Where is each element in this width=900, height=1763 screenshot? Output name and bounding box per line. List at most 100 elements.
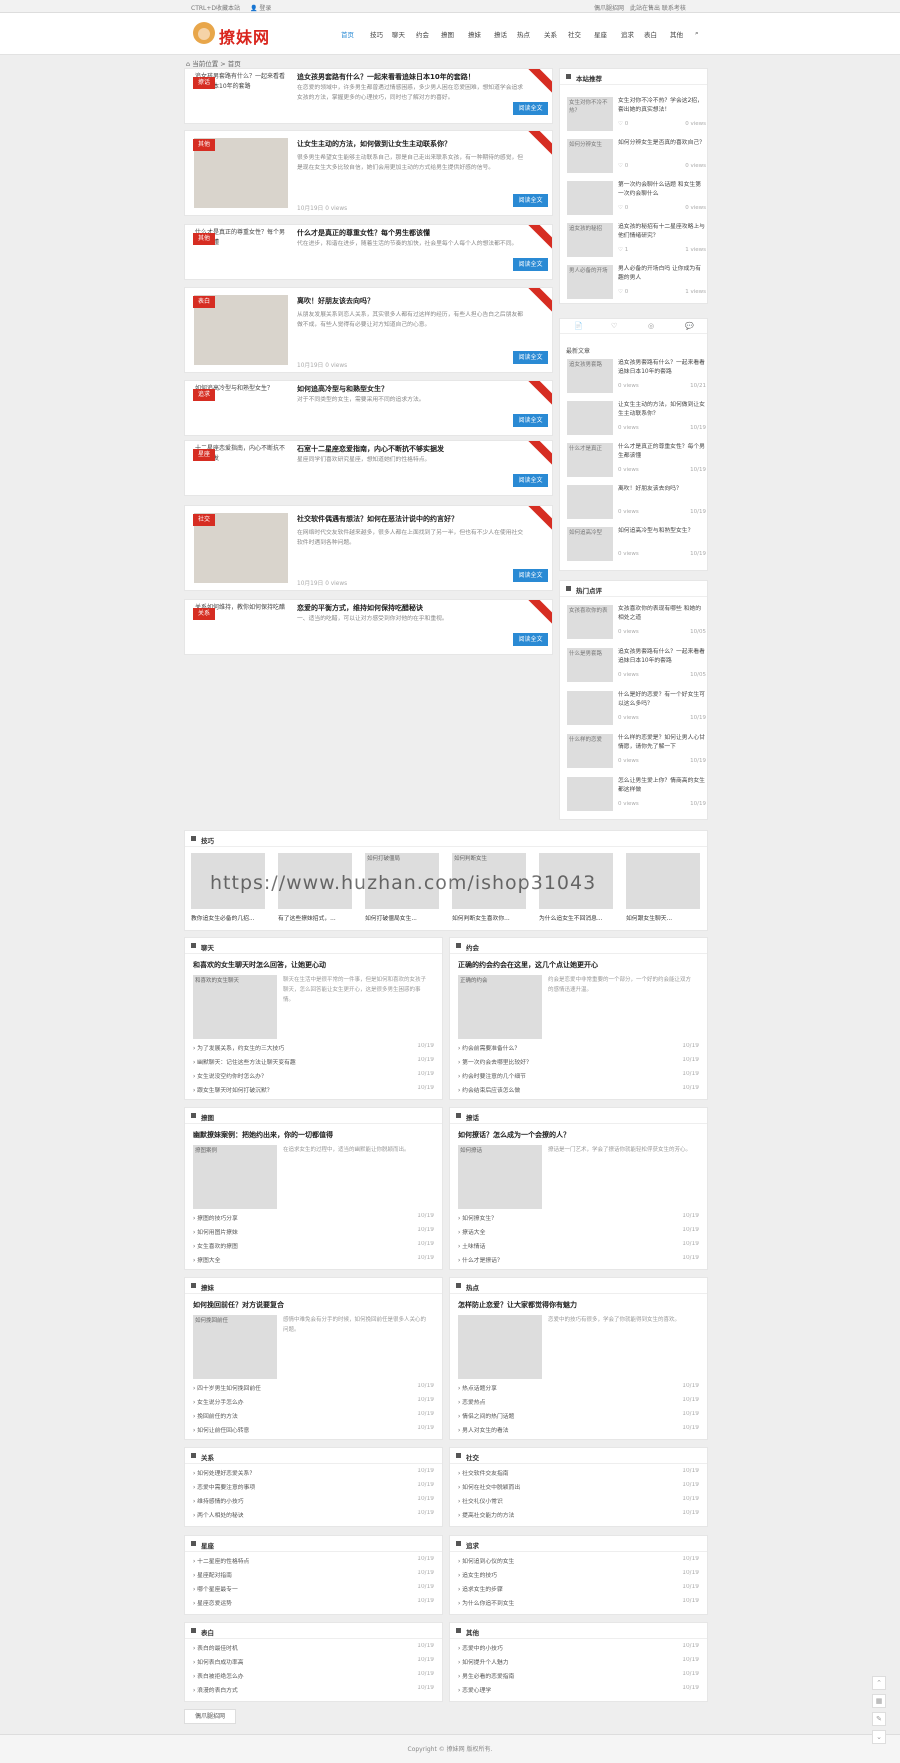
list-item-title[interactable]: 男人对女生的看法	[462, 1428, 508, 1434]
list-item-title[interactable]: 追求女生的步骤	[462, 1587, 503, 1593]
item-title[interactable]: 什么是好的恋爱？有一个好女生可以这么多吗？	[618, 691, 706, 709]
list-item[interactable]: › 恋爱中的小技巧 10/19	[458, 1643, 699, 1657]
list-item-title[interactable]: 约会时要注意的几个细节	[462, 1074, 526, 1080]
item-title[interactable]: 为什么追女生不回消息...	[539, 913, 615, 922]
nav-item[interactable]: 首页	[341, 29, 354, 39]
post-title[interactable]: 离吹！好朋友该去向吗？	[297, 296, 527, 306]
item-image[interactable]: 如何追高冷型	[567, 527, 613, 561]
site-logo[interactable]: 撩妹网	[191, 20, 281, 48]
list-item-title[interactable]: 为了发展关系，约女生的三大技巧	[197, 1046, 284, 1052]
list-item-title[interactable]: 撩图大全	[197, 1258, 220, 1264]
nav-item[interactable]: 技巧	[370, 29, 383, 39]
list-item[interactable]: › 星座恋爱运势 10/19	[193, 1598, 434, 1612]
list-item-title[interactable]: 撩话大全	[462, 1230, 485, 1236]
block-image[interactable]: 和喜欢的女生聊天	[193, 975, 277, 1039]
list-item-title[interactable]: 什么才是撩话？	[462, 1258, 503, 1264]
tab-3[interactable]: 💬	[685, 322, 694, 330]
item-image[interactable]	[567, 485, 613, 519]
read-more-button[interactable]: 阅读全文	[513, 569, 548, 582]
item-title[interactable]: 离吹！好朋友该去向吗？	[618, 485, 706, 503]
list-item[interactable]: › 约会结束后应该怎么做 10/19	[458, 1085, 699, 1099]
list-item-title[interactable]: 维持感情的小技巧	[197, 1499, 243, 1505]
list-item-title[interactable]: 约会结束后应该怎么做	[462, 1088, 520, 1094]
block-image[interactable]: 撩图案例	[193, 1145, 277, 1209]
latest-item[interactable]: 如何追高冷型 如何追高冷型与和熟型女生？ 0 views 10/19	[567, 527, 707, 565]
item-image[interactable]	[567, 777, 613, 811]
item-title[interactable]: 怎么让男生爱上你？情商高的女生都这样做	[618, 777, 706, 795]
list-item[interactable]: › 社交软件交友指南 10/19	[458, 1468, 699, 1482]
item-image[interactable]: 女孩喜欢你的表	[567, 605, 613, 639]
list-item[interactable]: › 女生说分手怎么办 10/19	[193, 1397, 434, 1411]
list-item[interactable]: › 撩图的技巧分享 10/19	[193, 1213, 434, 1227]
list-item[interactable]: › 如何提升个人魅力 10/19	[458, 1657, 699, 1671]
tab-0[interactable]: 📄	[574, 322, 583, 330]
list-item-title[interactable]: 男生必看的恋爱指南	[462, 1674, 514, 1680]
search-icon[interactable]: ⌕	[695, 29, 699, 38]
item-title[interactable]: 如何分辨女生是否真的喜欢自己？	[618, 139, 706, 157]
list-item[interactable]: › 撩话大全 10/19	[458, 1227, 699, 1241]
item-image[interactable]	[567, 691, 613, 725]
category-badge[interactable]: 关系	[193, 608, 216, 620]
list-item[interactable]: › 提高社交能力的方法 10/19	[458, 1510, 699, 1524]
category-badge[interactable]: 表白	[193, 296, 216, 308]
category-badge[interactable]: 撩话	[193, 77, 216, 89]
item-title[interactable]: 追女孩的秘招有十二星座攻略上与他们情绪研究？	[618, 223, 706, 241]
list-item-title[interactable]: 表白的最佳时机	[197, 1646, 238, 1652]
list-item[interactable]: › 如何处理好恋爱关系？ 10/19	[193, 1468, 434, 1482]
item-title[interactable]: 什么样的恋爱是？如何让男人心甘情愿，请你先了解一下	[618, 734, 706, 752]
list-item-title[interactable]: 如何让前任回心转意	[197, 1428, 249, 1434]
latest-item[interactable]: 什么才是真正 什么才是真正的尊重女性？每个男生都该懂 0 views 10/19	[567, 443, 707, 481]
category-badge[interactable]: 追求	[193, 389, 216, 401]
list-item[interactable]: › 如何让前任回心转意 10/19	[193, 1425, 434, 1439]
list-item[interactable]: › 十二星座的性格特点 10/19	[193, 1556, 434, 1570]
item-title[interactable]: 女孩喜欢你的表现有哪些 和她的相处之道	[618, 605, 706, 623]
read-more-button[interactable]: 阅读全文	[513, 474, 548, 487]
item-title[interactable]: 如何跟女生聊天...	[626, 913, 702, 922]
list-item[interactable]: › 如何撩女生？ 10/19	[458, 1213, 699, 1227]
read-more-button[interactable]: 阅读全文	[513, 351, 548, 364]
nav-item[interactable]: 表白	[644, 29, 657, 39]
list-item[interactable]: › 维持感情的小技巧 10/19	[193, 1496, 434, 1510]
list-item[interactable]: › 恋爱热点 10/19	[458, 1397, 699, 1411]
latest-item[interactable]: 离吹！好朋友该去向吗？ 0 views 10/19	[567, 485, 707, 523]
read-more-button[interactable]: 阅读全文	[513, 258, 548, 271]
list-item[interactable]: › 约会时要注意的几个细节 10/19	[458, 1071, 699, 1085]
list-item-title[interactable]: 恋爱心理学	[462, 1688, 491, 1694]
nav-item[interactable]: 星座	[594, 29, 607, 39]
list-item-title[interactable]: 幽默聊天：记住这些方法让聊天变有趣	[197, 1060, 296, 1066]
list-item-title[interactable]: 社交礼仪小常识	[462, 1499, 503, 1505]
hot-item[interactable]: 什么是男套路 追女孩男套路有什么？一起来看看追妹日本10年的套路 0 views 10…	[567, 648, 707, 688]
category-badge[interactable]: 星座	[193, 449, 216, 461]
list-item[interactable]: › 为什么你追不到女生 10/19	[458, 1598, 699, 1612]
login-link[interactable]: 👤 登录	[250, 3, 271, 12]
block-image[interactable]	[458, 1315, 542, 1379]
latest-item[interactable]: 让女生主动的方法，如何做到让女生主动联系你？ 0 views 10/19	[567, 401, 707, 439]
nav-item[interactable]: 撩图	[441, 29, 454, 39]
tab-2[interactable]: ◎	[648, 322, 654, 330]
list-item-title[interactable]: 如何追到心仪的女生	[462, 1559, 514, 1565]
nav-item[interactable]: 约会	[416, 29, 429, 39]
item-title[interactable]: 如何打破僵局女生...	[365, 913, 441, 922]
block-image[interactable]: 如何挽回前任	[193, 1315, 277, 1379]
item-title[interactable]: 教你追女生必备的几招...	[191, 913, 267, 922]
list-item-title[interactable]: 四十岁男生如何挽回前任	[197, 1386, 261, 1392]
item-title[interactable]: 如何判断女生喜欢你...	[452, 913, 528, 922]
list-item-title[interactable]: 情侣之间的热门话题	[462, 1414, 514, 1420]
list-item-title[interactable]: 如何在社交中脱颖而出	[462, 1485, 520, 1491]
post-title[interactable]: 追女孩男套路有什么？一起来看看追妹日本10年的套路！	[297, 72, 527, 82]
list-item[interactable]: › 如何追到心仪的女生 10/19	[458, 1556, 699, 1570]
list-item-title[interactable]: 热点话题分享	[462, 1386, 497, 1392]
block-headline[interactable]: 正确的约会约会在这里，这几个点让她更开心	[458, 960, 698, 970]
category-badge[interactable]: 社交	[193, 514, 216, 526]
read-more-button[interactable]: 阅读全文	[513, 414, 548, 427]
tips-item[interactable]: 如何跟女生聊天...	[626, 853, 702, 930]
block-headline[interactable]: 如何挽回前任？对方说要复合	[193, 1300, 433, 1310]
category-badge[interactable]: 其他	[193, 139, 216, 151]
nav-item[interactable]: 聊天	[392, 29, 405, 39]
item-title[interactable]: 有了这些撩妹招式，...	[278, 913, 354, 922]
list-item[interactable]: › 第一次约会去哪里比较好？ 10/19	[458, 1057, 699, 1071]
list-item-title[interactable]: 第一次约会去哪里比较好？	[462, 1060, 532, 1066]
share-icon[interactable]: ✎	[872, 1712, 886, 1726]
recommend-item[interactable]: 女生对你不冷不热？ 女生对你不冷不热？学会这2招，套出她的真实想法！ ♡ 00 vi…	[567, 97, 707, 135]
list-item-title[interactable]: 十二星座的性格特点	[197, 1559, 249, 1565]
